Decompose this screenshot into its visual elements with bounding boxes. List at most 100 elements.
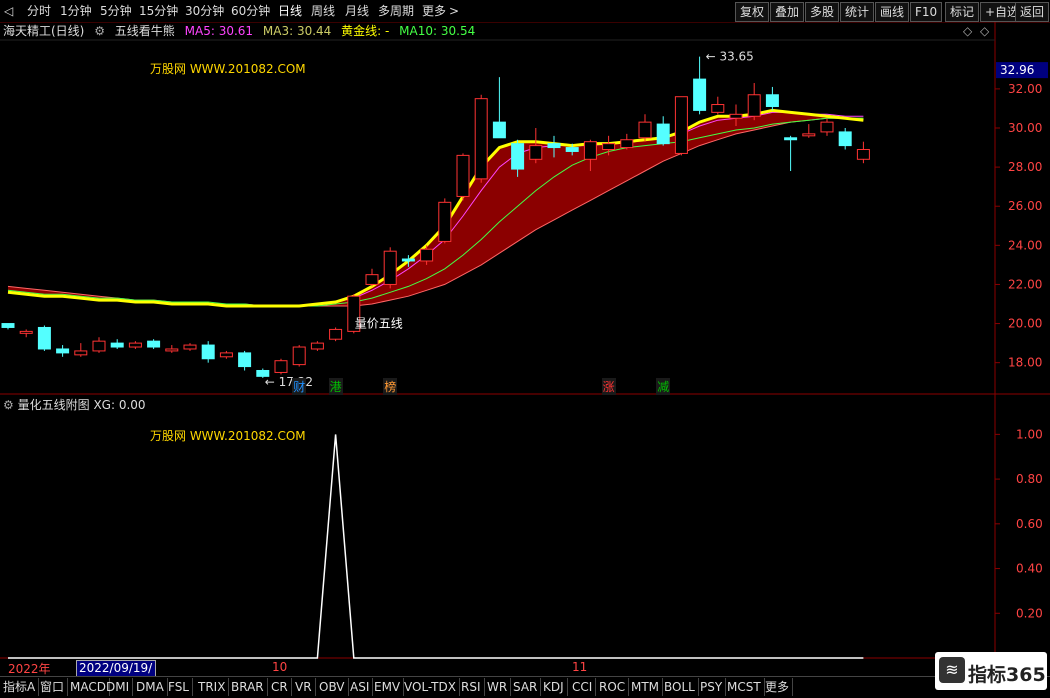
candle-body-12 [219, 352, 233, 358]
sub-ytick-label-3: 0.80 [1016, 472, 1043, 486]
candle-body-16 [292, 346, 306, 366]
main-ytick-label-5: 28.00 [1008, 160, 1042, 174]
month-label-11: 11 [572, 660, 588, 674]
main-ytick-label-0: 18.00 [1008, 356, 1042, 370]
trend-band-fill [8, 110, 864, 307]
event-marker-2[interactable]: 榜 [383, 378, 398, 395]
sub-indicator-title[interactable]: 量化五线附图 [18, 398, 90, 412]
indicator-tab-12[interactable]: EMV [371, 678, 405, 696]
indicator-tab-4[interactable]: DMA [133, 678, 168, 696]
indicator-tab-15[interactable]: WR [484, 678, 512, 696]
indicator-tab-23[interactable]: MCST [724, 678, 765, 696]
month-label-10: 10 [272, 660, 288, 674]
indicator-tab-9[interactable]: VR [292, 678, 316, 696]
candle-body-28 [511, 143, 525, 170]
event-marker-1[interactable]: 港 [328, 378, 343, 395]
main-ytick-label-7: 32.00 [1008, 82, 1042, 96]
watermark-sub: 万股网 WWW.201082.COM [150, 429, 306, 443]
candle-body-39 [711, 104, 725, 113]
indicator-tab-bar: 指标A 窗口 MACD DMI DMA FSL TRIX BRAR CR VR OBV ASI EMV V… [0, 676, 1050, 698]
candle-body-30 [547, 143, 561, 149]
candle-body-18 [329, 328, 343, 340]
candle-body-35 [638, 121, 652, 139]
indicator-tab-16[interactable]: SAR [510, 678, 542, 696]
candle-body-47 [856, 149, 870, 160]
main-ytick-label-3: 24.00 [1008, 238, 1042, 252]
indicator-tab-11[interactable]: ASI [347, 678, 374, 696]
candle-body-33 [602, 143, 616, 151]
watermark-main: 万股网 WWW.201082.COM [150, 62, 306, 76]
candle-body-8 [147, 340, 161, 348]
xg-signal-line [8, 434, 864, 659]
indicator-tab-18[interactable]: CCI [569, 678, 597, 696]
sub-info-bar: ⚙ 量化五线附图 XG: 0.00 [0, 396, 146, 412]
candle-body-5 [92, 340, 106, 352]
indicator-tab-6[interactable]: TRIX [195, 678, 230, 696]
candle-body-46 [838, 131, 852, 147]
candle-body-40 [729, 113, 743, 119]
indicator-tab-0[interactable]: 指标A [0, 678, 40, 696]
sub-ytick-label-1: 0.40 [1016, 562, 1043, 576]
stock-chart: 18.00 20.00 22.00 24.00 26.00 28.00 30.00 32.00… [0, 22, 1050, 676]
candle-body-6 [110, 342, 124, 348]
indicator-tab-20[interactable]: MTM [628, 678, 664, 696]
date-axis: 2022年 2022/09/19/— 10 11 [0, 660, 995, 690]
indicator-tab-24[interactable]: 更多 [762, 678, 794, 696]
candle-body-10 [183, 344, 197, 350]
candle-body-42 [765, 94, 779, 107]
candle-body-1 [19, 330, 33, 334]
main-ytick-label-6: 30.00 [1008, 121, 1042, 135]
candle-body-11 [201, 344, 215, 360]
candle-body-36 [656, 123, 670, 145]
candle-body-13 [238, 352, 252, 368]
candle-body-41 [747, 94, 761, 117]
candle-body-25 [456, 154, 470, 197]
event-markers: 财港榜涨减 [0, 378, 995, 395]
main-ytick-label-2: 22.00 [1008, 277, 1042, 291]
site-logo: ≋ 指标365 [935, 652, 1047, 690]
candle-body-21 [383, 250, 397, 285]
indicator-tab-3[interactable]: DMI [103, 678, 134, 696]
main-ytick-label-1: 20.00 [1008, 317, 1042, 331]
candle-body-23 [420, 248, 434, 262]
candle-body-31 [565, 147, 579, 152]
logo-text: 指标365 [968, 664, 1046, 686]
logo-mark-icon: ≋ [939, 657, 965, 683]
indicator-tab-1[interactable]: 窗口 [37, 678, 69, 696]
candle-body-20 [365, 274, 379, 285]
candle-body-38 [693, 78, 707, 111]
indicator-tab-19[interactable]: ROC [596, 678, 630, 696]
candle-body-22 [401, 258, 415, 262]
indicator-tab-10[interactable]: OBV [316, 678, 349, 696]
candle-body-9 [165, 348, 179, 352]
candle-body-43 [784, 137, 798, 141]
candle-body-2 [37, 326, 51, 350]
candle-body-17 [310, 342, 324, 350]
event-marker-4[interactable]: 减 [656, 378, 671, 395]
candle-body-44 [802, 133, 816, 137]
sub-ytick-label-2: 0.60 [1016, 517, 1043, 531]
indicator-tab-14[interactable]: RSI [458, 678, 485, 696]
candle-body-7 [128, 342, 142, 348]
sub-ytick-label-0: 0.20 [1016, 606, 1043, 620]
indicator-tab-5[interactable]: FSL [165, 678, 193, 696]
candle-body-29 [529, 145, 543, 160]
sub-gear-icon[interactable]: ⚙ [3, 398, 14, 412]
indicator-tab-22[interactable]: PSY [697, 678, 727, 696]
candle-body-34 [620, 139, 634, 149]
price-tag-label: 32.96 [1000, 63, 1034, 77]
candle-body-15 [274, 360, 288, 373]
candle-body-3 [56, 348, 70, 354]
main-ytick-label-4: 26.00 [1008, 199, 1042, 213]
indicator-tab-21[interactable]: BOLL [661, 678, 699, 696]
indicator-tab-13[interactable]: VOL-TDX [401, 678, 460, 696]
candle-body-45 [820, 121, 834, 133]
event-marker-3[interactable]: 涨 [601, 378, 616, 395]
indicator-tab-7[interactable]: BRAR [228, 678, 268, 696]
indicator-tab-17[interactable]: KDJ [540, 678, 568, 696]
candle-body-24 [438, 201, 452, 242]
sub-xg-value: XG: 0.00 [93, 398, 146, 412]
indicator-tab-8[interactable]: CR [268, 678, 292, 696]
event-marker-0[interactable]: 财 [292, 378, 307, 395]
high-label: ← 33.65 [706, 50, 754, 64]
